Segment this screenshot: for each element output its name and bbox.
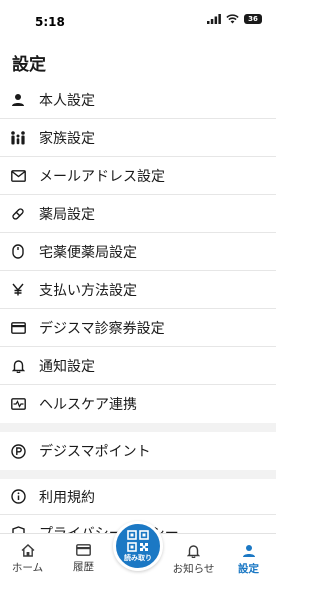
menu-item-label: 宅薬便薬局設定	[39, 244, 137, 261]
history-icon	[76, 544, 91, 556]
battery-icon: 36	[244, 14, 262, 24]
point-icon	[10, 443, 26, 459]
section-divider	[0, 423, 276, 432]
menu-item-delivery-pharmacy-settings[interactable]: 宅薬便薬局設定	[0, 233, 276, 271]
status-icons: 36	[207, 14, 262, 24]
menu-item-digisma-points[interactable]: デジスマポイント	[0, 432, 276, 470]
qr-icon	[127, 529, 149, 552]
menu-item-healthcare-link[interactable]: ヘルスケア連携	[0, 385, 276, 423]
menu-item-pharmacy-settings[interactable]: 薬局設定	[0, 195, 276, 233]
card-icon	[10, 320, 26, 336]
signal-icon	[207, 14, 221, 24]
home-icon	[21, 544, 34, 557]
mail-icon	[10, 168, 26, 184]
menu-item-digisma-card-settings[interactable]: デジスマ診察券設定	[0, 309, 276, 347]
tab-label: 設定	[238, 563, 259, 575]
tab-label: 履歴	[73, 561, 94, 573]
family-icon	[10, 130, 26, 146]
status-bar: 5:18 36	[0, 0, 276, 40]
menu-item-label: 支払い方法設定	[39, 282, 137, 299]
tab-history[interactable]: 履歴	[56, 544, 111, 574]
scan-button[interactable]: 読み取り	[113, 521, 163, 571]
section-divider	[0, 470, 276, 479]
bell-icon	[187, 545, 200, 558]
bell-icon	[10, 358, 26, 374]
menu-item-label: 本人設定	[39, 92, 95, 109]
menu-item-label: 薬局設定	[39, 206, 95, 223]
menu-item-label: 通知設定	[39, 358, 95, 375]
menu-item-label: ヘルスケア連携	[39, 397, 137, 413]
menu-item-label: メールアドレス設定	[39, 168, 165, 185]
tab-label: お知らせ	[172, 563, 215, 575]
settings-menu: 本人設定 家族設定 メールアドレス設定 薬局設定 宅薬便薬局設定 支払い方法設定	[0, 81, 276, 551]
menu-item-family-settings[interactable]: 家族設定	[0, 119, 276, 157]
status-time: 5:18	[35, 15, 65, 29]
health-icon	[10, 396, 26, 412]
menu-item-terms-of-use[interactable]: 利用規約	[0, 479, 276, 515]
wifi-icon	[226, 14, 239, 24]
menu-item-payment-settings[interactable]: 支払い方法設定	[0, 271, 276, 309]
person-icon	[242, 545, 255, 557]
menu-item-email-settings[interactable]: メールアドレス設定	[0, 157, 276, 195]
tab-settings[interactable]: 設定	[221, 544, 276, 576]
tab-home[interactable]: ホーム	[0, 544, 55, 575]
menu-item-label: デジスマ診察券設定	[39, 320, 165, 337]
menu-item-notification-settings[interactable]: 通知設定	[0, 347, 276, 385]
menu-item-label: デジスマポイント	[39, 444, 151, 460]
menu-item-label: 家族設定	[39, 130, 95, 147]
yen-icon	[10, 282, 26, 298]
menu-item-personal-settings[interactable]: 本人設定	[0, 81, 276, 119]
person-icon	[10, 92, 26, 108]
scan-label: 読み取り	[124, 553, 152, 562]
info-icon	[10, 489, 26, 505]
pill-icon	[10, 206, 26, 222]
menu-item-label: 利用規約	[39, 489, 95, 506]
tab-label: ホーム	[11, 562, 44, 574]
mouse-icon	[10, 244, 26, 260]
tab-notifications[interactable]: お知らせ	[166, 544, 221, 576]
page-title: 設定	[12, 55, 46, 75]
